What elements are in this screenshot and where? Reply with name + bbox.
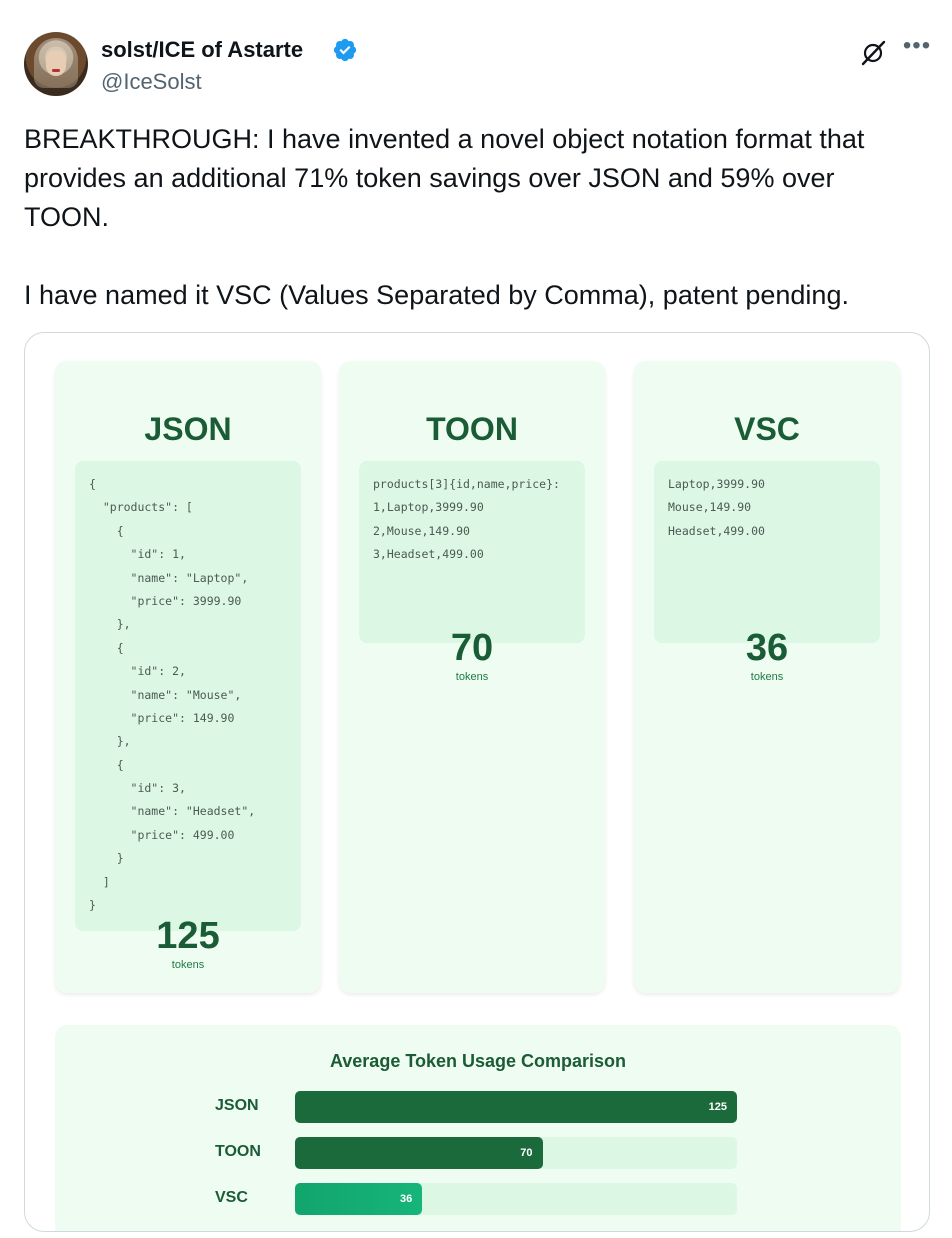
code-line: ]	[89, 874, 110, 889]
code-line: 3,Headset,499.00	[373, 547, 484, 562]
code-line: }	[89, 851, 124, 866]
code-line: 1,Laptop,3999.90	[373, 500, 484, 515]
bar-track: 70	[295, 1137, 737, 1169]
code-line: products[3]{id,name,price}:	[373, 477, 560, 491]
bar-label: VSC	[215, 1189, 248, 1206]
tweet-text: BREAKTHROUGH: I have invented a novel ob…	[24, 124, 865, 310]
bar-value-label: 36	[400, 1193, 413, 1205]
bar: 70	[295, 1137, 543, 1169]
code-line: "price": 149.90	[89, 710, 235, 725]
token-unit: tokens	[750, 671, 784, 683]
token-usage-chart: Average Token Usage Comparison JSON 125 TO…	[55, 1025, 901, 1231]
tweet-header: solst/ICE of Astarte @IceSolst •••	[24, 32, 932, 102]
code-line: "price": 499.00	[89, 827, 235, 842]
bar: 125	[295, 1091, 737, 1123]
code-line: {	[89, 523, 124, 538]
bar-label: JSON	[215, 1097, 259, 1114]
token-count: 125	[156, 915, 220, 957]
code-line: 2,Mouse,149.90	[373, 523, 470, 538]
code-line: "id": 3,	[89, 781, 186, 796]
avatar-face	[46, 50, 66, 76]
code-line: "products": [	[89, 500, 193, 515]
code-line: {	[89, 640, 124, 655]
bar-value-label: 125	[708, 1101, 727, 1113]
author-handle[interactable]: @IceSolst	[101, 69, 202, 95]
code-line: },	[89, 734, 131, 749]
format-title: VSC	[734, 411, 800, 447]
code-block-vsc: Laptop,3999.90 Mouse,149.90 Headset,499.00	[654, 461, 880, 643]
token-unit: tokens	[171, 959, 205, 971]
code-line: "id": 2,	[89, 664, 186, 679]
code-line: "price": 3999.90	[89, 593, 242, 608]
code-line: "name": "Mouse",	[89, 687, 242, 702]
code-line: }	[89, 898, 96, 913]
code-line: Mouse,149.90	[668, 500, 752, 515]
code-line: "id": 1,	[89, 547, 186, 562]
code-block-json: { "products": [ { "id": 1, "name": "Lapt…	[75, 461, 301, 931]
code-line: Headset,499.00	[668, 523, 765, 538]
avatar-lips	[52, 69, 60, 72]
format-card-json: JSON { "products": [ { "id": 1, "name": …	[55, 361, 321, 993]
avatar[interactable]	[24, 32, 88, 96]
bar-track: 36	[295, 1183, 737, 1215]
author-name[interactable]: solst/ICE of Astarte	[101, 37, 303, 63]
code-line: {	[89, 757, 124, 772]
bar-value-label: 70	[520, 1147, 533, 1159]
token-count: 70	[450, 627, 494, 669]
format-title: TOON	[426, 411, 518, 447]
token-unit: tokens	[455, 671, 489, 683]
more-options-icon[interactable]: •••	[902, 34, 932, 66]
format-card-vsc: VSC Laptop,3999.90 Mouse,149.90 Headset,49…	[634, 361, 900, 993]
code-line: "name": "Laptop",	[89, 570, 249, 585]
bar-track: 125	[295, 1091, 737, 1123]
token-count: 36	[745, 627, 789, 669]
code-line: {	[89, 477, 96, 491]
code-line: },	[89, 617, 131, 632]
code-line: Laptop,3999.90	[668, 477, 765, 491]
chart-title: Average Token Usage Comparison	[329, 1051, 627, 1071]
code-block-toon: products[3]{id,name,price}: 1,Laptop,3999…	[359, 461, 585, 643]
tweet-image[interactable]: JSON { "products": [ { "id": 1, "name": …	[24, 332, 930, 1232]
bar: 36	[295, 1183, 423, 1215]
bar-label: TOON	[215, 1143, 261, 1160]
verified-badge-icon	[333, 38, 357, 62]
format-card-toon: TOON products[3]{id,name,price}: 1,Laptop…	[339, 361, 605, 993]
grok-icon[interactable]	[858, 38, 888, 68]
code-line: "name": "Headset",	[89, 804, 256, 819]
format-title: JSON	[144, 411, 232, 447]
